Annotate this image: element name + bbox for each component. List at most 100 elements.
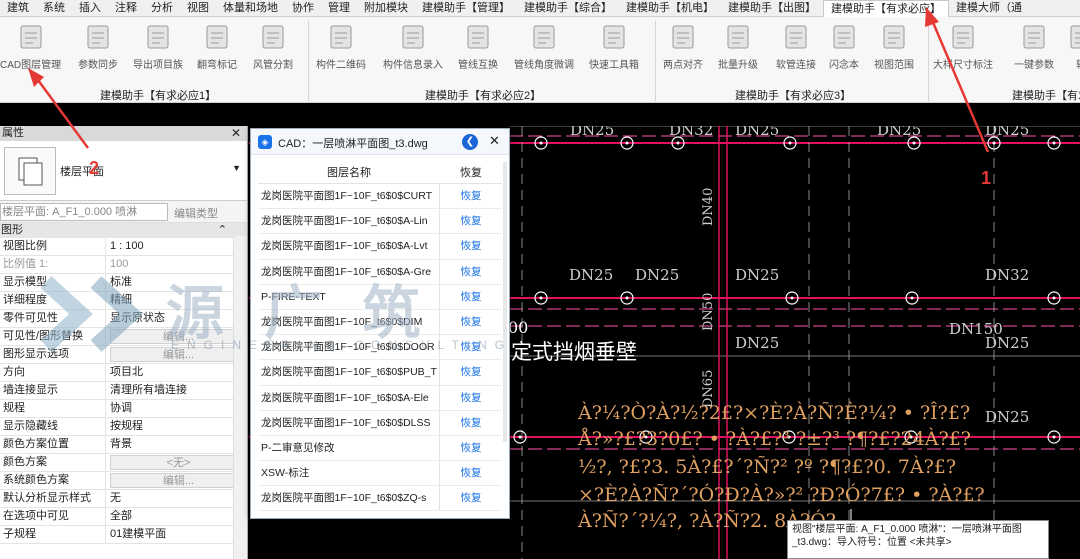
- restore-link[interactable]: 恢复: [440, 486, 502, 510]
- ribbon-button[interactable]: 两点对齐: [663, 20, 703, 84]
- restore-link[interactable]: 恢复: [440, 335, 502, 359]
- property-edit-button[interactable]: 编辑...: [110, 329, 243, 344]
- ribbon-button[interactable]: 导出项目族: [133, 20, 183, 84]
- back-icon[interactable]: ❮: [462, 134, 478, 150]
- close-icon[interactable]: ✕: [489, 133, 500, 149]
- ribbon-tab[interactable]: 建模助手【机电】: [619, 0, 721, 16]
- property-edit-button[interactable]: <无>: [110, 455, 243, 470]
- ribbon-button[interactable]: 一键参数: [1014, 20, 1054, 84]
- ribbon-tab[interactable]: 注释: [108, 0, 144, 16]
- property-edit-button[interactable]: 编辑...: [110, 347, 243, 362]
- property-row[interactable]: 比例值 1: 100: [0, 256, 247, 274]
- property-value: 无: [110, 492, 121, 504]
- close-icon[interactable]: ✕: [231, 126, 241, 141]
- property-row[interactable]: 图形显示选项 编辑...: [0, 346, 247, 364]
- restore-link[interactable]: 恢复: [440, 461, 502, 485]
- property-row[interactable]: 默认分析显示样式无: [0, 490, 247, 508]
- property-row[interactable]: 系统颜色方案 编辑...: [0, 472, 247, 490]
- property-value: 1 : 100: [110, 240, 144, 252]
- property-key: 在选项中可见: [0, 508, 106, 525]
- notebook-icon: [829, 22, 859, 52]
- ribbon-button[interactable]: 轴: [1066, 20, 1080, 84]
- edit-type-button[interactable]: 编辑类型: [174, 205, 218, 221]
- ribbon-tab[interactable]: 建筑: [0, 0, 36, 16]
- sprinkler-center: [625, 296, 629, 300]
- property-row[interactable]: 方向 项目北: [0, 364, 247, 382]
- layer-row: 龙岗医院平面图1F~10F_t6$0$A-Lvt 恢复: [258, 234, 502, 260]
- ribbon-button[interactable]: 大样尺寸标注: [933, 20, 993, 84]
- layer-name: 龙岗医院平面图1F~10F_t6$0$ZQ-s: [258, 486, 440, 511]
- ribbon-button[interactable]: 风管分割: [253, 20, 293, 84]
- pipe-size-label: DN25: [735, 266, 779, 284]
- property-row[interactable]: 零件可见性 显示原状态: [0, 310, 247, 328]
- property-row[interactable]: 墙连接显示 清理所有墙连接: [0, 382, 247, 400]
- properties-scrollbar[interactable]: [233, 236, 247, 559]
- view-selector-dropdown[interactable]: 楼层平面: A_F1_0.000 喷淋: [0, 203, 168, 221]
- ribbon-button[interactable]: 管线互换: [458, 20, 498, 84]
- restore-link[interactable]: 恢复: [440, 234, 502, 258]
- chevron-down-icon[interactable]: ▼: [232, 163, 241, 173]
- ribbon-button[interactable]: 翻弯标记: [197, 20, 237, 84]
- section-graphics[interactable]: 图形 ⌃: [0, 223, 247, 238]
- type-selector[interactable]: 楼层平面 ▼: [0, 141, 247, 201]
- property-edit-button[interactable]: 编辑...: [110, 473, 243, 488]
- property-row[interactable]: 规程 协调: [0, 400, 247, 418]
- ribbon-tab[interactable]: 管理: [321, 0, 357, 16]
- layer-table-scrollbar[interactable]: [503, 162, 507, 442]
- ribbon-tab[interactable]: 附加模块: [357, 0, 415, 16]
- property-row[interactable]: 显示隐藏线 按规程: [0, 418, 247, 436]
- ribbon-tab[interactable]: 插入: [72, 0, 108, 16]
- restore-link[interactable]: 恢复: [440, 184, 502, 208]
- ribbon-tab[interactable]: 建模大师（通: [949, 0, 1029, 16]
- ribbon-tab[interactable]: 建模助手【有求必应】: [823, 0, 949, 17]
- ribbon-tab[interactable]: 系统: [36, 0, 72, 16]
- property-value: 背景: [110, 438, 132, 450]
- ribbon-tab[interactable]: 分析: [144, 0, 180, 16]
- layer-row: 龙岗医院平面图1F~10F_t6$0$A-Lin 恢复: [258, 209, 502, 235]
- restore-link[interactable]: 恢复: [440, 260, 502, 284]
- property-row[interactable]: 子规程 01建模平面: [0, 526, 247, 544]
- restore-link[interactable]: 恢复: [440, 436, 502, 460]
- property-row[interactable]: 视图比例 1 : 100: [0, 238, 247, 256]
- property-row[interactable]: 颜色方案 <无>: [0, 454, 247, 472]
- ribbon-tab[interactable]: 建模助手【管理】: [415, 0, 517, 16]
- ribbon-button-label: 软管连接: [776, 60, 816, 71]
- ribbon-button[interactable]: 构件信息录入: [383, 20, 443, 84]
- ribbon-button[interactable]: 视图范围: [874, 20, 914, 84]
- ribbon-tab[interactable]: 体量和场地: [216, 0, 285, 16]
- ribbon-tab[interactable]: 建模助手【综合】: [517, 0, 619, 16]
- ribbon-button[interactable]: 闪念本: [829, 20, 859, 84]
- ribbon-button[interactable]: 快速工具箱: [589, 20, 639, 84]
- collapse-icon[interactable]: ⌃: [218, 223, 227, 238]
- property-row[interactable]: 详细程度 精细: [0, 292, 247, 310]
- ribbon-button[interactable]: CAD图层管理: [0, 20, 61, 84]
- restore-link[interactable]: 恢复: [440, 386, 502, 410]
- property-row[interactable]: 显示模型 标准: [0, 274, 247, 292]
- layer-name: 龙岗医院平面图1F~10F_t6$0$A-Gre: [258, 259, 440, 284]
- ribbon-button[interactable]: 软管连接: [776, 20, 816, 84]
- layer-name: XSW-标注: [258, 461, 440, 486]
- ribbon-button[interactable]: 参数同步: [78, 20, 118, 84]
- pipe-size-label: DN32: [985, 266, 1029, 284]
- restore-link[interactable]: 恢复: [440, 209, 502, 233]
- properties-palette: 属性 ✕ 楼层平面 ▼ 楼层平面: A_F1_0.000 喷淋 编辑类型 图形 …: [0, 126, 248, 559]
- hover-tooltip: 视图"楼层平面: A_F1_0.000 喷淋"：一层喷淋平面图_t3.dwg：导…: [787, 520, 1049, 559]
- ribbon-tab[interactable]: 建模助手【出图】: [721, 0, 823, 16]
- property-value: 显示原状态: [110, 312, 165, 324]
- column-layer-name: 图层名称: [327, 167, 371, 179]
- ribbon-button[interactable]: 批量升级: [718, 20, 758, 84]
- duct-split-icon: [258, 22, 288, 52]
- restore-link[interactable]: 恢复: [440, 285, 502, 309]
- property-row[interactable]: 在选项中可见 全部: [0, 508, 247, 526]
- restore-link[interactable]: 恢复: [440, 310, 502, 334]
- ribbon-button[interactable]: 管线角度微调: [514, 20, 574, 84]
- sprinkler-center: [1052, 435, 1056, 439]
- property-row[interactable]: 可见性/图形替换 编辑...: [0, 328, 247, 346]
- property-value: 项目北: [110, 366, 143, 378]
- ribbon-tab[interactable]: 视图: [180, 0, 216, 16]
- ribbon-button[interactable]: 构件二维码: [316, 20, 366, 84]
- property-row[interactable]: 颜色方案位置 背景: [0, 436, 247, 454]
- ribbon-tab[interactable]: 协作: [285, 0, 321, 16]
- restore-link[interactable]: 恢复: [440, 360, 502, 384]
- restore-link[interactable]: 恢复: [440, 411, 502, 435]
